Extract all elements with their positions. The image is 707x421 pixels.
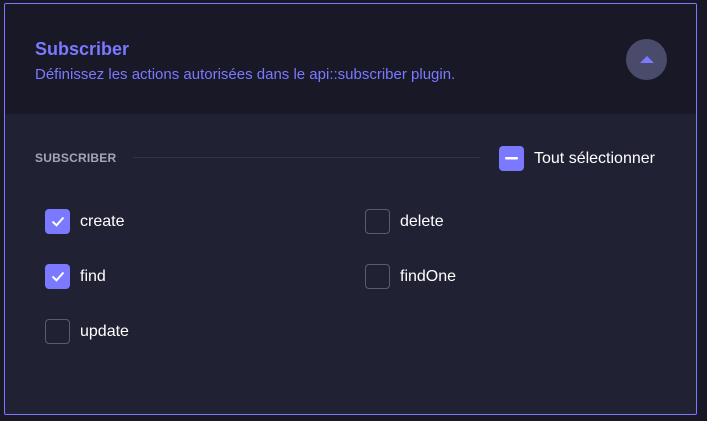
section-label: SUBSCRIBER bbox=[35, 151, 117, 165]
permissions-panel: Subscriber Définissez les actions autori… bbox=[4, 3, 697, 415]
permission-label: update bbox=[80, 322, 129, 340]
permission-label: create bbox=[80, 212, 125, 230]
panel-header[interactable]: Subscriber Définissez les actions autori… bbox=[5, 4, 696, 114]
checkbox-checked-icon[interactable] bbox=[45, 264, 70, 289]
permission-findone[interactable]: findOne bbox=[365, 264, 456, 289]
permission-label: findOne bbox=[400, 267, 457, 285]
collapse-button[interactable] bbox=[626, 39, 667, 80]
select-all-checkbox[interactable]: Tout sélectionner bbox=[499, 146, 655, 171]
panel-title: Subscriber bbox=[35, 39, 130, 59]
panel-subtitle: Définissez les actions autorisées dans l… bbox=[35, 66, 456, 83]
permission-label: find bbox=[80, 267, 106, 285]
checkbox-unchecked-icon[interactable] bbox=[45, 319, 70, 344]
permission-create[interactable]: create bbox=[45, 209, 124, 234]
checkbox-checked-icon[interactable] bbox=[45, 209, 70, 234]
chevron-up-icon bbox=[639, 55, 654, 64]
permission-label: delete bbox=[400, 212, 444, 230]
permission-delete[interactable]: delete bbox=[365, 209, 444, 234]
section-divider bbox=[133, 157, 480, 158]
checkbox-unchecked-icon[interactable] bbox=[365, 209, 390, 234]
checkbox-unchecked-icon[interactable] bbox=[365, 264, 390, 289]
permission-update[interactable]: update bbox=[45, 319, 129, 344]
indeterminate-checkbox-icon[interactable] bbox=[499, 146, 524, 171]
select-all-label: Tout sélectionner bbox=[534, 149, 655, 167]
permission-find[interactable]: find bbox=[45, 264, 106, 289]
